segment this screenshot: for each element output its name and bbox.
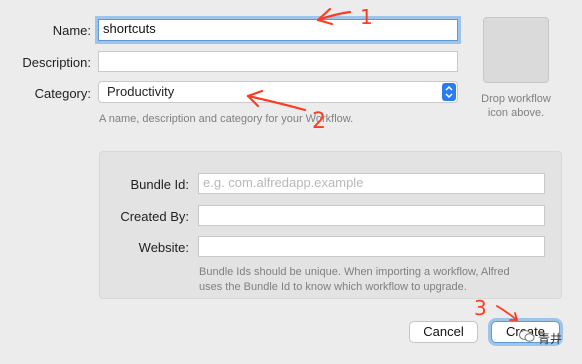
annotation-number-1: 1: [360, 5, 373, 29]
annotation-overlay: 1 2 3: [246, 5, 518, 321]
annotation-number-3: 3: [474, 296, 487, 320]
annotation-number-2: 2: [312, 109, 326, 134]
watermark-logo-icon: [519, 329, 535, 343]
annotation-arrow-3: [496, 305, 518, 321]
watermark-text: 青井: [538, 332, 563, 346]
annotation-arrow-2: [246, 89, 307, 112]
annotation-arrow-1: [316, 7, 352, 26]
